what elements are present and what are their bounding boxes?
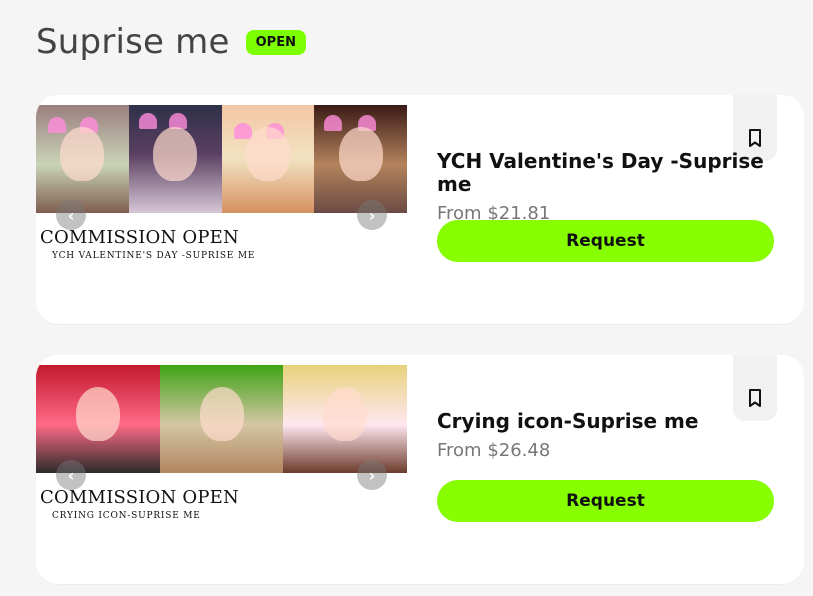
artwork-panel: [314, 105, 407, 213]
card-content: YCH Valentine's Day -Suprise me From $21…: [437, 149, 774, 225]
carousel-next-button[interactable]: ›: [357, 200, 387, 230]
carousel-prev-button[interactable]: ‹: [56, 460, 86, 490]
image-strip: [36, 365, 407, 473]
chevron-right-icon: ›: [368, 205, 376, 225]
artwork-panel: [128, 105, 222, 213]
carousel-prev-button[interactable]: ‹: [56, 200, 86, 230]
artwork-panel: [283, 365, 407, 473]
item-price: From $26.48: [437, 440, 551, 461]
artwork-panel: [36, 105, 129, 213]
item-title: Crying icon-Suprise me: [437, 409, 699, 433]
status-badge: OPEN: [245, 29, 306, 55]
image-strip: [36, 105, 407, 213]
request-button[interactable]: Request: [437, 220, 774, 262]
bookmark-icon: [749, 389, 761, 407]
image-caption-subtitle: CRYING ICON-SUPRISE ME: [52, 511, 201, 521]
card-image-carousel[interactable]: COMMISSION OPEN YCH VALENTINE'S DAY -SUP…: [36, 105, 407, 315]
chevron-left-icon: ‹: [67, 205, 75, 225]
card-image-carousel[interactable]: COMMISSION OPEN CRYING ICON-SUPRISE ME ‹…: [36, 365, 407, 575]
page-title: Suprise me: [36, 22, 230, 62]
image-caption-title: COMMISSION OPEN: [40, 227, 239, 248]
bookmark-icon: [749, 129, 761, 147]
card-content: Crying icon-Suprise me From $26.48: [437, 409, 774, 462]
artwork-panel: [36, 365, 160, 473]
chevron-left-icon: ‹: [67, 465, 75, 485]
image-caption-title: COMMISSION OPEN: [40, 487, 239, 508]
page-header: Suprise me OPEN: [36, 22, 306, 62]
commission-card[interactable]: COMMISSION OPEN CRYING ICON-SUPRISE ME ‹…: [36, 355, 804, 584]
artwork-panel: [159, 365, 284, 473]
carousel-next-button[interactable]: ›: [357, 460, 387, 490]
artwork-panel: [221, 105, 315, 213]
commission-card[interactable]: COMMISSION OPEN YCH VALENTINE'S DAY -SUP…: [36, 95, 804, 324]
chevron-right-icon: ›: [368, 465, 376, 485]
image-caption-subtitle: YCH VALENTINE'S DAY -SUPRISE ME: [52, 251, 256, 261]
request-button[interactable]: Request: [437, 480, 774, 522]
item-title: YCH Valentine's Day -Suprise me: [437, 149, 764, 196]
